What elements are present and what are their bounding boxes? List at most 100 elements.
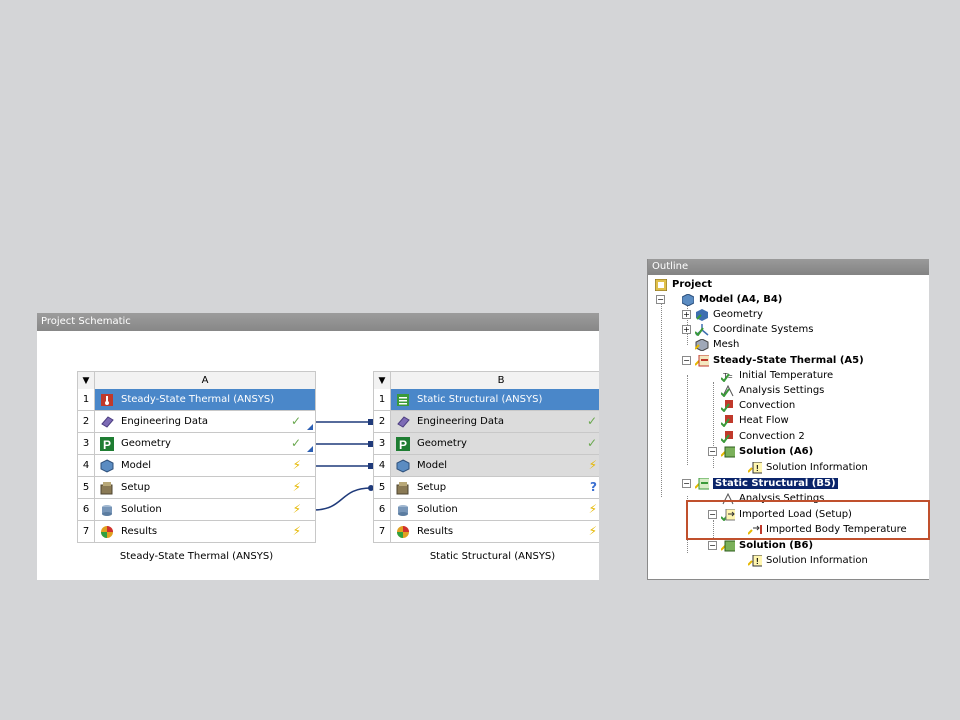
table-row[interactable]: 5 Setup ⚡: [77, 477, 316, 499]
solution-icon: [395, 502, 411, 518]
system-a[interactable]: ▼ A 1 Steady-State Thermal (ANSYS) 2 Eng…: [77, 371, 316, 562]
table-row[interactable]: 3 P Geometry ✓: [373, 433, 599, 455]
table-row[interactable]: 2 Engineering Data ✓: [77, 411, 316, 433]
cell-geometry[interactable]: P Geometry ✓: [391, 433, 599, 455]
row-number: 2: [373, 411, 391, 433]
tree-node-model[interactable]: − Model (A4, B4): [656, 292, 782, 307]
tree-node-solution-b6[interactable]: − Solution (B6): [708, 538, 813, 553]
cell-geometry[interactable]: P Geometry ✓: [95, 433, 316, 455]
row-number: 6: [373, 499, 391, 521]
cell-results[interactable]: Results ⚡: [95, 521, 316, 543]
tree-label: Coordinate Systems: [713, 324, 814, 335]
row-number: 2: [77, 411, 95, 433]
table-row[interactable]: 6 Solution ⚡: [373, 499, 599, 521]
convection-icon: [721, 430, 735, 444]
outline-title: Outline: [648, 259, 929, 275]
expand-icon[interactable]: +: [682, 325, 691, 334]
cell-results[interactable]: Results ⚡: [391, 521, 599, 543]
cell-label: Solution: [417, 504, 458, 515]
model-icon: [99, 458, 115, 474]
tree-node-project[interactable]: Project: [654, 277, 712, 292]
cell-solution[interactable]: Solution ⚡: [95, 499, 316, 521]
collapse-icon[interactable]: −: [708, 541, 717, 550]
tree-node-geometry[interactable]: + Geometry: [682, 307, 763, 322]
row-number: 5: [373, 477, 391, 499]
engineering-data-icon: [395, 414, 411, 430]
tree-node-solution-information-b[interactable]: ! Solution Information: [748, 553, 868, 568]
cell-setup[interactable]: Setup ⚡: [95, 477, 316, 499]
tree-label: Geometry: [713, 309, 763, 320]
results-icon: [99, 524, 115, 540]
cell-label: Results: [121, 526, 158, 537]
convection-icon: [721, 399, 735, 413]
row-number: 1: [77, 389, 95, 411]
cell-label: Model: [121, 460, 152, 471]
tree-label: Model (A4, B4): [699, 294, 783, 305]
cell-solution[interactable]: Solution ⚡: [391, 499, 599, 521]
tree-node-solution-a6[interactable]: − Solution (A6): [708, 444, 813, 459]
cell-model[interactable]: Model ⚡: [95, 455, 316, 477]
cell-model[interactable]: Model ⚡: [391, 455, 599, 477]
table-row[interactable]: 7 Results ⚡: [373, 521, 599, 543]
svg-text:P: P: [399, 438, 407, 451]
svg-text:!: !: [756, 557, 759, 566]
cell-engineering-data[interactable]: Engineering Data ✓: [95, 411, 316, 433]
expand-icon[interactable]: +: [682, 310, 691, 319]
table-row[interactable]: 3 P Geometry ✓: [77, 433, 316, 455]
tree-label: Heat Flow: [739, 415, 789, 426]
system-a-menu-arrow[interactable]: ▼: [77, 371, 95, 390]
solution-icon: [99, 502, 115, 518]
system-b-menu-arrow[interactable]: ▼: [373, 371, 391, 390]
cell-label: Engineering Data: [417, 416, 505, 427]
collapse-icon[interactable]: −: [682, 479, 691, 488]
tree-node-solution-information-a[interactable]: ! Solution Information: [748, 460, 868, 475]
table-row[interactable]: 7 Results ⚡: [77, 521, 316, 543]
system-b[interactable]: ▼ B 1 Static Structural (ANSYS) 2 Engine…: [373, 371, 599, 562]
tree-node-coordinate-systems[interactable]: + Coordinate Systems: [682, 322, 814, 337]
cell-setup[interactable]: Setup ?: [391, 477, 599, 499]
system-b-column-letter: B: [391, 371, 599, 390]
system-a-name[interactable]: Steady-State Thermal (ANSYS): [77, 551, 316, 562]
refresh-bolt-icon: ⚡: [588, 524, 597, 538]
system-b-header-label: Static Structural (ANSYS): [417, 394, 543, 405]
tree-node-mesh[interactable]: Mesh: [695, 337, 739, 352]
tree-label: Convection: [739, 400, 796, 411]
tree-node-convection-2[interactable]: Convection 2: [721, 429, 805, 444]
system-b-header-cell[interactable]: Static Structural (ANSYS): [391, 389, 599, 411]
tree-node-initial-temperature[interactable]: T= Initial Temperature: [721, 368, 833, 383]
setup-icon: [99, 480, 115, 496]
tree-label: Static Structural (B5): [713, 478, 838, 489]
collapse-icon[interactable]: −: [682, 356, 691, 365]
system-b-name[interactable]: Static Structural (ANSYS): [373, 551, 599, 562]
collapse-icon[interactable]: −: [656, 295, 665, 304]
cell-engineering-data[interactable]: Engineering Data ✓: [391, 411, 599, 433]
corner-marker-icon: [307, 446, 313, 452]
tree-node-steady-state-thermal[interactable]: − Steady-State Thermal (A5): [682, 353, 864, 368]
tree-node-convection[interactable]: Convection: [721, 398, 795, 413]
cell-label: Model: [417, 460, 448, 471]
geometry-icon: P: [395, 436, 411, 452]
tree-node-heat-flow[interactable]: Heat Flow: [721, 413, 789, 428]
solution-information-icon: !: [748, 461, 762, 475]
structural-system-icon: [395, 392, 411, 408]
table-row[interactable]: 5 Setup ?: [373, 477, 599, 499]
thermal-analysis-icon: [695, 354, 709, 368]
table-row[interactable]: 4 Model ⚡: [373, 455, 599, 477]
row-number: 3: [77, 433, 95, 455]
row-number: 4: [77, 455, 95, 477]
svg-text:P: P: [103, 438, 111, 451]
analysis-settings-icon: [721, 384, 735, 398]
table-row[interactable]: 6 Solution ⚡: [77, 499, 316, 521]
table-row[interactable]: 4 Model ⚡: [77, 455, 316, 477]
geometry-icon: [695, 308, 709, 322]
collapse-icon[interactable]: −: [708, 447, 717, 456]
project-schematic-title: Project Schematic: [37, 313, 599, 331]
thermal-system-icon: [99, 392, 115, 408]
setup-icon: [395, 480, 411, 496]
tree-node-static-structural[interactable]: − Static Structural (B5): [682, 476, 838, 491]
tree-node-analysis-settings-a[interactable]: Analysis Settings: [721, 383, 824, 398]
system-a-header-cell[interactable]: Steady-State Thermal (ANSYS): [95, 389, 316, 411]
engineering-data-icon: [99, 414, 115, 430]
cell-label: Geometry: [417, 438, 467, 449]
table-row[interactable]: 2 Engineering Data ✓: [373, 411, 599, 433]
